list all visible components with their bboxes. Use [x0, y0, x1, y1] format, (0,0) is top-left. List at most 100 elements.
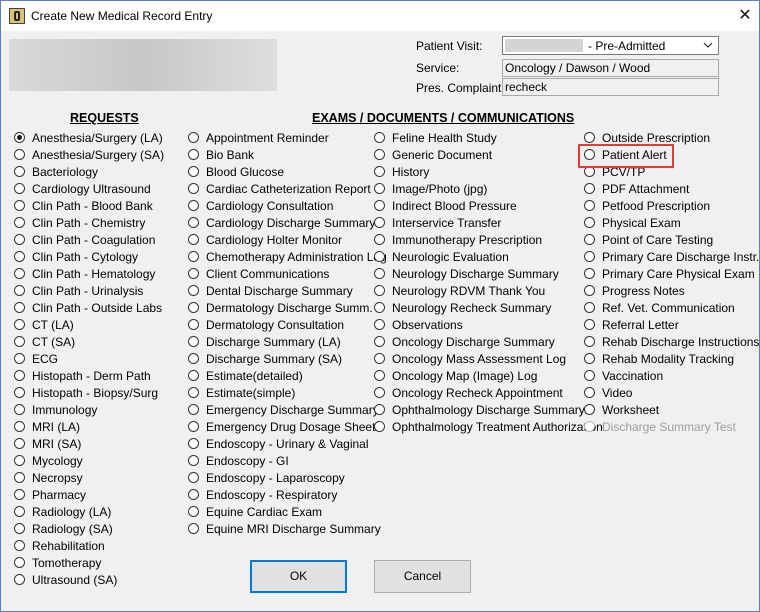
radio-label: Appointment Reminder: [206, 131, 329, 145]
service-label: Service:: [416, 61, 460, 75]
highlight-box: [578, 144, 674, 168]
radio-label: Clin Path - Chemistry: [32, 216, 146, 230]
close-icon[interactable]: ✕: [733, 4, 757, 28]
radio-circle: [14, 268, 25, 279]
radio-circle: [374, 183, 385, 194]
radio-label: Rehabilitation: [32, 539, 105, 553]
radio-circle: [188, 217, 199, 228]
radio-label: Estimate(detailed): [206, 369, 303, 383]
ok-button[interactable]: OK: [250, 560, 347, 593]
radio-circle: [374, 404, 385, 415]
cancel-button[interactable]: Cancel: [374, 560, 471, 593]
radio-circle: [374, 166, 385, 177]
radio-circle: [188, 472, 199, 483]
radio-circle: [374, 132, 385, 143]
radio-label: Rehab Modality Tracking: [602, 352, 735, 366]
radio-circle: [14, 574, 25, 585]
radio-label: Chemotherapy Administration Log: [206, 250, 387, 264]
radio-label: PDF Attachment: [602, 182, 690, 196]
complaint-field: recheck: [502, 78, 719, 96]
radio-label: Cardiac Catheterization Report: [206, 182, 371, 196]
radio-label: Clin Path - Outside Labs: [32, 301, 163, 315]
radio-label: Tomotherapy: [32, 556, 102, 570]
radio-label: Estimate(simple): [206, 386, 296, 400]
radio-circle: [14, 438, 25, 449]
radio-label: Dermatology Consultation: [206, 318, 345, 332]
radio-label: Clin Path - Urinalysis: [32, 284, 144, 298]
radio-label: Cardiology Discharge Summary: [206, 216, 376, 230]
radio-circle: [188, 302, 199, 313]
radio-circle: [584, 421, 595, 432]
radio-label: History: [392, 165, 430, 179]
radio-circle: [188, 506, 199, 517]
exams-header: EXAMS / DOCUMENTS / COMMUNICATIONS: [312, 111, 575, 125]
radio-label: Feline Health Study: [392, 131, 497, 145]
radio-label: Neurology Recheck Summary: [392, 301, 552, 315]
complaint-label: Pres. Complaint:: [416, 81, 505, 95]
radio-label: Observations: [392, 318, 463, 332]
radio-circle: [584, 285, 595, 296]
radio-circle: [374, 268, 385, 279]
radio-label: Discharge Summary (SA): [206, 352, 343, 366]
radio-circle: [188, 438, 199, 449]
radio-circle: [188, 251, 199, 262]
radio-label: Primary Care Discharge Instr.: [602, 250, 760, 264]
radio-circle: [14, 149, 25, 160]
radio-label: Endoscopy - GI: [206, 454, 289, 468]
radio-label: Immunotherapy Prescription: [392, 233, 543, 247]
radio-label: Clin Path - Hematology: [32, 267, 156, 281]
radio-label: Endoscopy - Respiratory: [206, 488, 338, 502]
radio-circle: [188, 268, 199, 279]
radio-circle: [14, 234, 25, 245]
radio-label: ECG: [32, 352, 59, 366]
radio-circle: [374, 387, 385, 398]
radio-circle: [584, 370, 595, 381]
radio-circle: [188, 132, 199, 143]
radio-label: Neurology RDVM Thank You: [392, 284, 546, 298]
radio-circle: [188, 183, 199, 194]
radio-label: Oncology Discharge Summary: [392, 335, 555, 349]
radio-label: Clin Path - Coagulation: [32, 233, 156, 247]
radio-circle: [188, 523, 199, 534]
radio-label: Generic Document: [392, 148, 493, 162]
radio-circle: [584, 132, 595, 143]
radio-circle: [584, 251, 595, 262]
radio-circle: [188, 387, 199, 398]
radio-circle: [374, 149, 385, 160]
radio-label: Necropsy: [32, 471, 83, 485]
radio-label: Clin Path - Cytology: [32, 250, 139, 264]
patient-visit-label: Patient Visit:: [416, 39, 483, 53]
radio-circle: [374, 319, 385, 330]
patient-visit-value: - Pre-Admitted: [588, 39, 666, 53]
radio-circle: [584, 353, 595, 364]
radio-label: Petfood Prescription: [602, 199, 711, 213]
radio-label: Ophthalmology Discharge Summary: [392, 403, 585, 417]
radio-circle: [188, 421, 199, 432]
radio-circle: [14, 387, 25, 398]
radio-circle: [14, 166, 25, 177]
radio-circle: [374, 285, 385, 296]
radio-label: Worksheet: [602, 403, 660, 417]
radio-label: Immunology: [32, 403, 98, 417]
radio-circle: [14, 455, 25, 466]
radio-circle: [188, 404, 199, 415]
radio-label: Anesthesia/Surgery (LA): [32, 131, 163, 145]
radio-circle: [188, 353, 199, 364]
app-icon: [9, 8, 25, 24]
radio-circle: [188, 319, 199, 330]
radio-circle: [14, 353, 25, 364]
radio-label: Cardiology Ultrasound: [32, 182, 151, 196]
patient-visit-select[interactable]: - Pre-Admitted: [502, 36, 719, 55]
radio-circle: [14, 251, 25, 262]
radio-label: CT (LA): [32, 318, 74, 332]
radio-label: Emergency Drug Dosage Sheet: [206, 420, 376, 434]
radio-label: Image/Photo (jpg): [392, 182, 488, 196]
radio-circle: [14, 489, 25, 500]
radio-circle: [374, 234, 385, 245]
radio-label: CT (SA): [32, 335, 76, 349]
radio-label: MRI (LA): [32, 420, 80, 434]
radio-circle: [14, 404, 25, 415]
radio-circle: [14, 472, 25, 483]
radio-label: Pharmacy: [32, 488, 87, 502]
radio-circle: [374, 200, 385, 211]
